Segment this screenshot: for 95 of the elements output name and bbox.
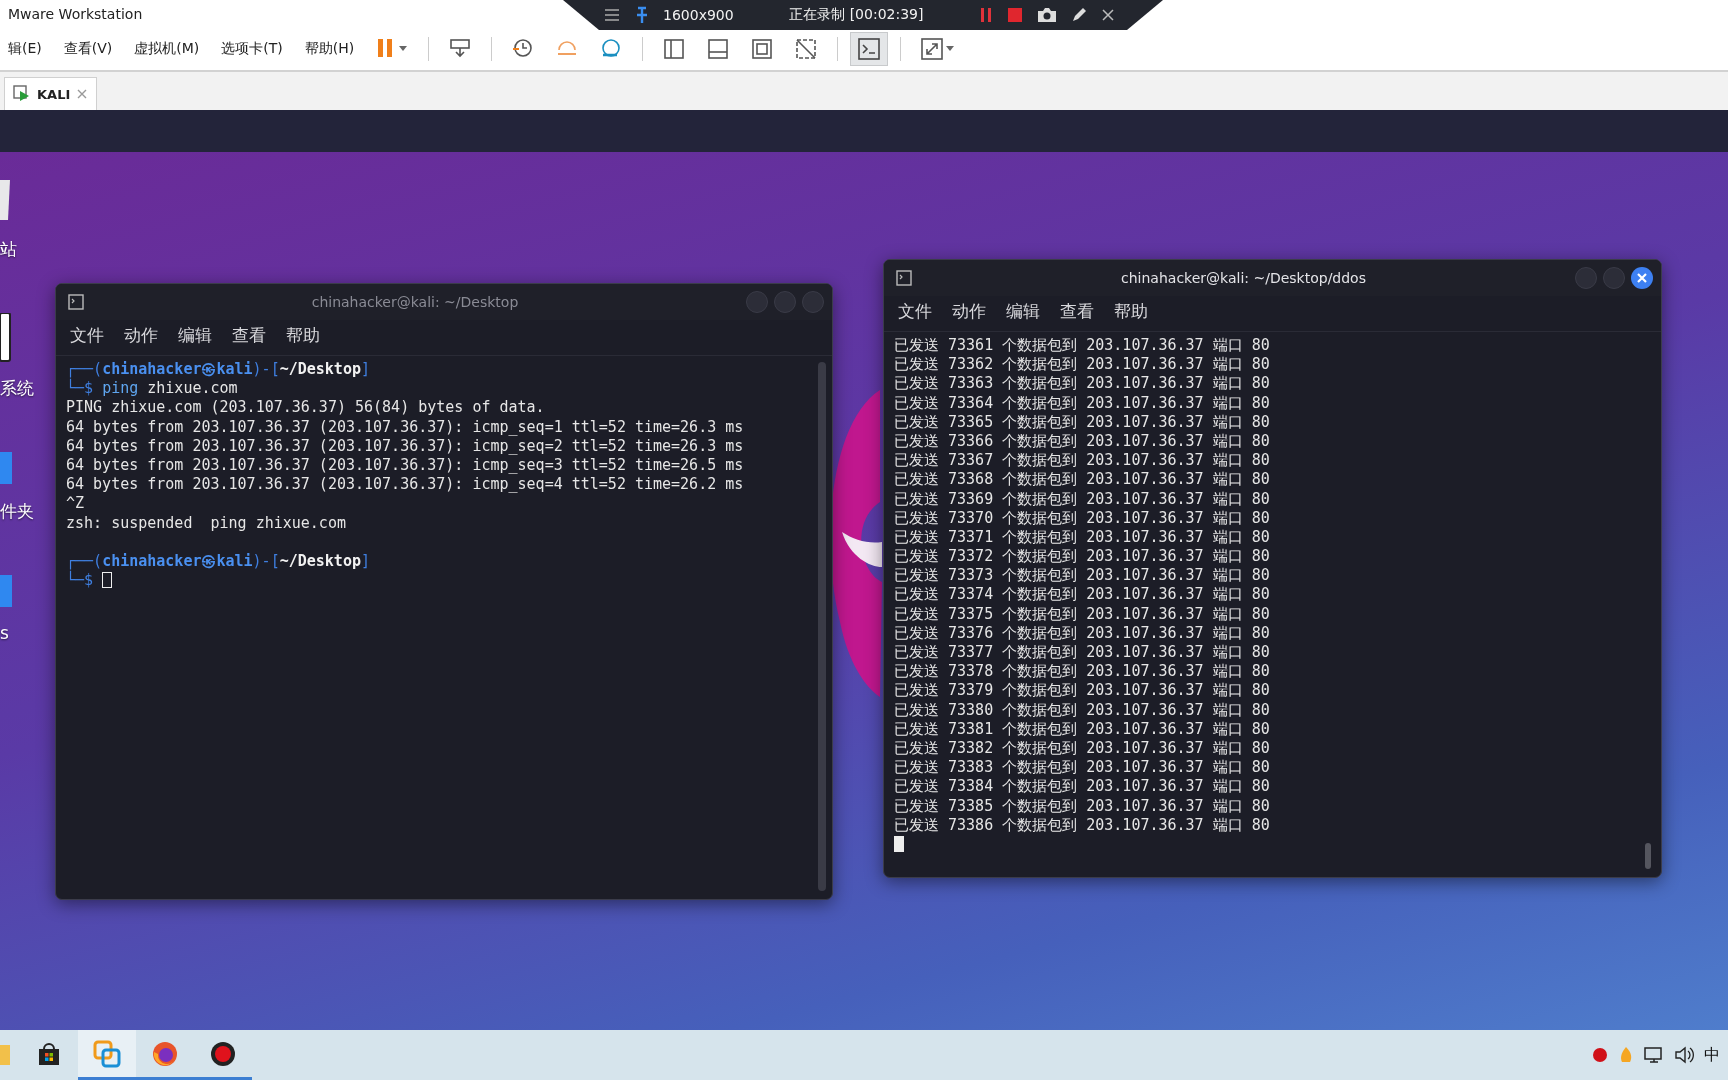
terminal-line: 已发送 73363 个数据包到 203.107.36.37 端口 80 bbox=[894, 374, 1270, 394]
command-line: └─$ bbox=[66, 571, 113, 591]
resolution-label: 1600x900 bbox=[663, 7, 734, 23]
volume-icon bbox=[1674, 1046, 1694, 1064]
desktop-icon-label[interactable]: 站 bbox=[0, 238, 17, 261]
menu-item[interactable]: 查看(V) bbox=[55, 36, 121, 62]
menu-icon bbox=[603, 6, 621, 24]
terminal-line: 已发送 73381 个数据包到 203.107.36.37 端口 80 bbox=[894, 719, 1270, 739]
terminal-line: 已发送 73375 个数据包到 203.107.36.37 端口 80 bbox=[894, 604, 1270, 624]
terminal-line: 已发送 73365 个数据包到 203.107.36.37 端口 80 bbox=[894, 412, 1270, 432]
terminal-line: 已发送 73385 个数据包到 203.107.36.37 端口 80 bbox=[894, 796, 1270, 816]
network-icon bbox=[1644, 1046, 1664, 1064]
terminal-line: 已发送 73376 个数据包到 203.107.36.37 端口 80 bbox=[894, 623, 1270, 643]
camera-icon bbox=[1037, 7, 1057, 23]
pause-icon bbox=[979, 7, 993, 23]
terminal-line: zsh: suspended ping zhixue.com bbox=[66, 513, 346, 533]
terminal-line: ^Z bbox=[66, 494, 85, 514]
stretch-icon bbox=[920, 37, 957, 61]
menu-item[interactable]: 虚拟机(M) bbox=[126, 36, 208, 62]
stop-icon bbox=[1007, 7, 1023, 23]
window-title: chinahacker@kali: ~/Desktop bbox=[310, 294, 520, 310]
menu-item[interactable]: 帮助 bbox=[1108, 298, 1154, 325]
menu-item[interactable]: 动作 bbox=[946, 298, 992, 325]
prompt-line: ┌──(chinahacker㉿kali)-[~/Desktop] bbox=[66, 360, 370, 379]
terminal-line: 已发送 73374 个数据包到 203.107.36.37 端口 80 bbox=[894, 585, 1270, 605]
terminal-line: 已发送 73362 个数据包到 203.107.36.37 端口 80 bbox=[894, 355, 1270, 375]
pencil-icon bbox=[1071, 7, 1087, 23]
menu-item[interactable]: 文件 bbox=[64, 322, 110, 349]
menu-item[interactable]: 动作 bbox=[118, 322, 164, 349]
terminal-line: 64 bytes from 203.107.36.37 (203.107.36.37): icmp_seq=2 ttl=52 time=26.3 ms bbox=[66, 436, 744, 456]
device-icon bbox=[0, 313, 12, 363]
recording-status: 正在录制 [00:02:39] bbox=[789, 6, 924, 24]
record-icon bbox=[209, 1039, 237, 1068]
terminal-line: 64 bytes from 203.107.36.37 (203.107.36.37): icmp_seq=3 ttl=52 time=26.5 ms bbox=[66, 455, 744, 476]
terminal-line: 已发送 73373 个数据包到 203.107.36.37 端口 80 bbox=[894, 566, 1270, 586]
terminal-line: 已发送 73369 个数据包到 203.107.36.37 端口 80 bbox=[894, 489, 1270, 509]
terminal-line: 已发送 73382 个数据包到 203.107.36.37 端口 80 bbox=[894, 738, 1270, 759]
record-icon bbox=[1592, 1047, 1608, 1063]
terminal-line: 已发送 73367 个数据包到 203.107.36.37 端口 80 bbox=[894, 451, 1270, 471]
terminal-icon bbox=[896, 270, 912, 286]
terminal-line: 已发送 73361 个数据包到 203.107.36.37 端口 80 bbox=[894, 336, 1270, 356]
terminal-line: PING zhixue.com (203.107.36.37) 56(84) bytes of data. bbox=[66, 398, 545, 418]
terminal-line: 已发送 73370 个数据包到 203.107.36.37 端口 80 bbox=[894, 508, 1270, 528]
menu-item[interactable]: 帮助(H) bbox=[296, 36, 363, 62]
prompt-line: ┌──(chinahacker㉿kali)-[~/Desktop] bbox=[66, 551, 370, 571]
terminal-line: 64 bytes from 203.107.36.37 (203.107.36.37): icmp_seq=1 ttl=52 time=26.3 ms bbox=[66, 417, 744, 437]
close-icon bbox=[1101, 8, 1115, 22]
menu-item[interactable]: 文件 bbox=[892, 298, 938, 325]
menu-item[interactable]: 编辑 bbox=[172, 322, 218, 349]
folder-icon bbox=[0, 575, 14, 609]
sidebar-icon bbox=[662, 37, 687, 61]
terminal-line: 已发送 73384 个数据包到 203.107.36.37 端口 80 bbox=[894, 777, 1270, 797]
terminal-line: 已发送 73372 个数据包到 203.107.36.37 端口 80 bbox=[894, 547, 1270, 567]
terminal-line: 已发送 73386 个数据包到 203.107.36.37 端口 80 bbox=[894, 815, 1270, 835]
menu-item[interactable]: 查看 bbox=[1054, 298, 1100, 325]
menu-item[interactable]: 选项卡(T) bbox=[213, 36, 291, 62]
terminal-line: 已发送 73377 个数据包到 203.107.36.37 端口 80 bbox=[894, 643, 1270, 663]
desktop-icon-label[interactable]: 系统 bbox=[0, 377, 34, 400]
terminal-icon bbox=[857, 37, 882, 61]
terminal-line: 已发送 73368 个数据包到 203.107.36.37 端口 80 bbox=[894, 470, 1270, 490]
input-method-indicator[interactable]: 中 bbox=[1704, 1044, 1720, 1066]
folder-icon bbox=[0, 452, 14, 486]
scrollbar[interactable] bbox=[818, 362, 826, 891]
terminal-line: 已发送 73366 个数据包到 203.107.36.37 端口 80 bbox=[894, 431, 1270, 452]
toolbar-button[interactable] bbox=[850, 32, 889, 66]
command-line: └─$ ping zhixue.com bbox=[66, 379, 238, 399]
terminal-line: 已发送 73380 个数据包到 203.107.36.37 端口 80 bbox=[894, 700, 1270, 720]
terminal-line: 64 bytes from 203.107.36.37 (203.107.36.37): icmp_seq=4 ttl=52 time=26.2 ms bbox=[66, 475, 744, 495]
app-title: Mware Workstation bbox=[8, 6, 143, 22]
desktop-icon-label[interactable]: 件夹 bbox=[0, 500, 34, 523]
flame-icon bbox=[1618, 1046, 1634, 1064]
scrollbar[interactable] bbox=[1645, 843, 1651, 869]
panel-icon bbox=[706, 37, 731, 61]
terminal-line: 已发送 73383 个数据包到 203.107.36.37 端口 80 bbox=[894, 758, 1270, 778]
terminal-line: 已发送 73371 个数据包到 203.107.36.37 端口 80 bbox=[894, 527, 1270, 548]
close-button[interactable] bbox=[1631, 267, 1653, 289]
firefox-icon bbox=[151, 1039, 179, 1068]
vmware-icon bbox=[93, 1039, 121, 1068]
desktop-icon-label[interactable]: s bbox=[0, 623, 9, 643]
store-icon bbox=[36, 1040, 62, 1067]
menu-item[interactable]: 辑(E) bbox=[0, 36, 50, 62]
terminal-icon bbox=[68, 294, 84, 310]
menu-item[interactable]: 查看 bbox=[226, 322, 272, 349]
close-icon bbox=[76, 88, 89, 100]
pin-icon bbox=[635, 6, 649, 24]
menu-item[interactable]: 编辑 bbox=[1000, 298, 1046, 325]
fullscreen-icon bbox=[750, 37, 775, 61]
terminal-line: 已发送 73378 个数据包到 203.107.36.37 端口 80 bbox=[894, 662, 1270, 682]
vm-icon bbox=[13, 85, 31, 103]
terminal-line: 已发送 73364 个数据包到 203.107.36.37 端口 80 bbox=[894, 393, 1270, 413]
terminal-line: 已发送 73379 个数据包到 203.107.36.37 端口 80 bbox=[894, 681, 1270, 701]
window-title: chinahacker@kali: ~/Desktop/ddos bbox=[1120, 270, 1367, 286]
unity-icon bbox=[794, 37, 819, 61]
menu-item[interactable]: 帮助 bbox=[280, 322, 326, 349]
vm-tab[interactable]: KALI bbox=[4, 77, 98, 110]
